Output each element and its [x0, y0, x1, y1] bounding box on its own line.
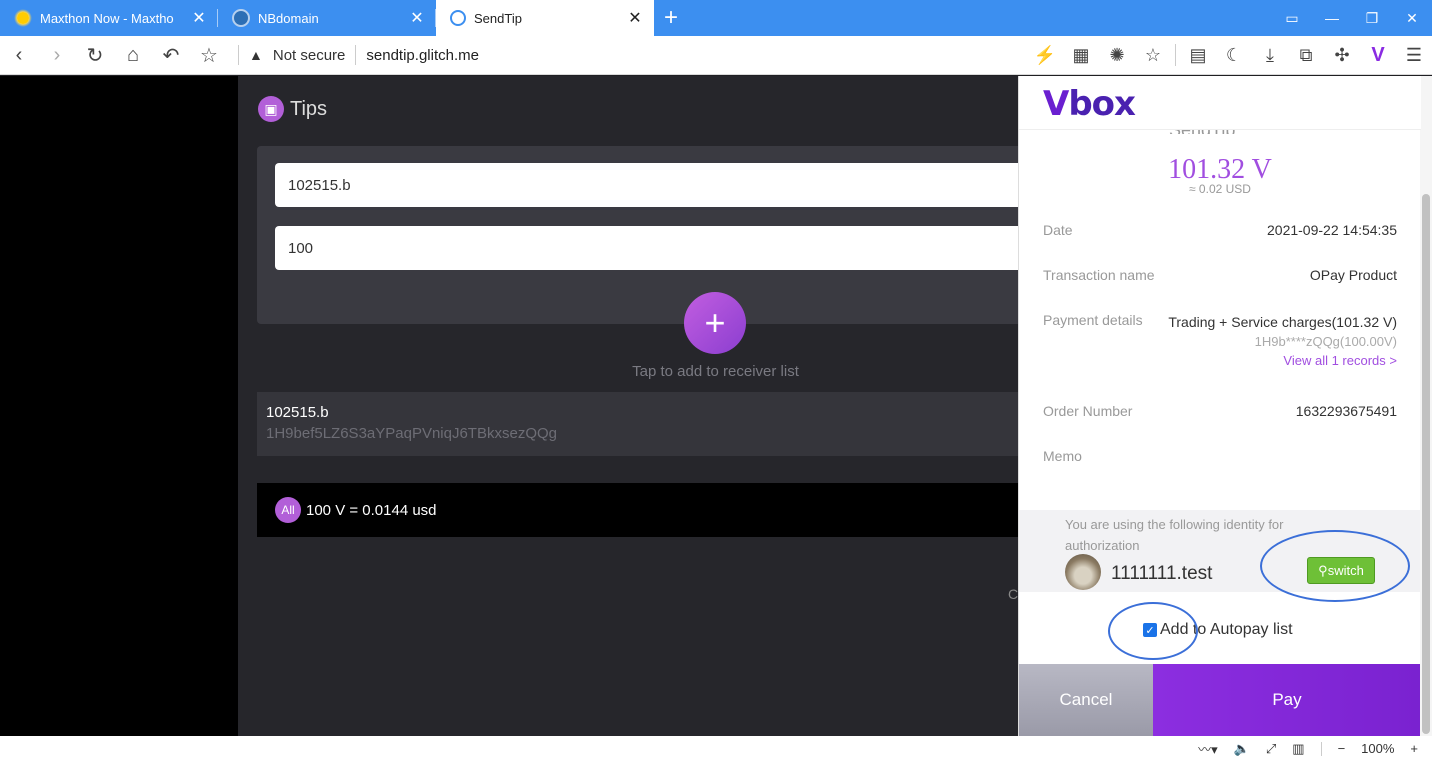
security-label: Not secure — [272, 46, 346, 64]
pay-button[interactable]: Pay — [1153, 664, 1421, 736]
download-icon[interactable]: ⤓ — [1252, 45, 1288, 66]
new-tab-button[interactable]: + — [654, 0, 688, 36]
tab-title: Maxthon Now - Maxtho — [40, 10, 174, 26]
summary-text: 100 V = 0.0144 usd — [306, 501, 437, 519]
back-icon[interactable]: ‹ — [0, 44, 38, 67]
close-icon[interactable]: ✕ — [408, 8, 426, 28]
url-field[interactable]: sendtip.glitch.me — [366, 47, 479, 64]
avatar — [1065, 554, 1101, 590]
toolbar-right: ⚡ ▦ ✺ ☆ ▤ ☾ ⤓ ⧉ ✣ V ☰ — [1027, 44, 1432, 67]
vbox-panel: Vbox SendTip 101.32 V ≈ 0.02 USD Date 20… — [1018, 76, 1421, 736]
add-receiver-button[interactable]: + — [684, 292, 746, 354]
page-title: ▣ Tips — [258, 96, 327, 122]
window-controls: ▭ — ❐ ✕ — [1272, 0, 1432, 36]
sendtip-icon — [450, 10, 466, 26]
lightning-icon[interactable]: ⚡ — [1027, 45, 1063, 66]
screenshot-icon[interactable]: ⧉ — [1288, 45, 1324, 66]
partial-text: C — [1008, 586, 1019, 602]
tab-maxthon[interactable]: Maxthon Now - Maxtho ✕ — [0, 0, 218, 36]
date-row: Date 2021-09-22 14:54:35 — [1043, 222, 1397, 238]
qr-code-icon[interactable]: ▦ — [1063, 45, 1099, 66]
status-bar: 〰▾ 🔈 ⤢ ▥ − 100% + — [0, 736, 1432, 761]
activity-icon[interactable]: 〰▾ — [1198, 739, 1218, 758]
payment-main: Trading + Service charges(101.32 V) — [1168, 314, 1397, 330]
annotation-circle-checkbox — [1108, 602, 1198, 660]
payment-values: Trading + Service charges(101.32 V) 1H9b… — [1168, 312, 1397, 368]
split-view-icon[interactable]: ▥ — [1292, 741, 1304, 757]
vbox-icon[interactable]: V — [1360, 44, 1396, 67]
restore-icon[interactable]: ❐ — [1352, 10, 1392, 27]
sun-icon — [14, 9, 32, 27]
memo-row: Memo — [1043, 448, 1397, 464]
divider — [1175, 44, 1176, 66]
date-label: Date — [1043, 222, 1073, 238]
bookmark-star-icon[interactable]: ☆ — [190, 43, 228, 68]
scrollbar-thumb[interactable] — [1422, 194, 1430, 734]
payment-label: Payment details — [1043, 312, 1143, 328]
volume-icon[interactable]: 🔈 — [1234, 741, 1250, 757]
divider — [1320, 741, 1322, 756]
minimize-icon[interactable]: — — [1312, 10, 1352, 26]
extensions-icon[interactable]: ✣ — [1324, 45, 1360, 66]
gift-icon: ▣ — [258, 96, 284, 122]
tab-sendtip[interactable]: SendTip ✕ — [436, 0, 654, 36]
security-indicator[interactable]: ▲ Not secure — [249, 47, 345, 64]
payment-details-row: Payment details Trading + Service charge… — [1043, 312, 1397, 368]
add-hint: Tap to add to receiver list — [632, 363, 799, 380]
divider — [238, 45, 239, 65]
cancel-button[interactable]: Cancel — [1019, 664, 1153, 736]
order-row: Order Number 1632293675491 — [1043, 403, 1397, 419]
annotation-circle-switch — [1260, 530, 1410, 602]
zoom-level: 100% — [1361, 741, 1395, 756]
date-value: 2021-09-22 14:54:35 — [1267, 222, 1397, 238]
favorite-star-icon[interactable]: ☆ — [1135, 45, 1171, 66]
memo-label: Memo — [1043, 448, 1082, 464]
payment-amount-usd: ≈ 0.02 USD — [1189, 182, 1251, 196]
payment-sub: 1H9b****zQQg(100.00V) — [1254, 334, 1397, 349]
tab-title: NBdomain — [258, 10, 319, 26]
tab-title: SendTip — [474, 10, 522, 26]
warning-icon: ▲ — [249, 47, 263, 63]
view-records-link[interactable]: View all 1 records > — [1168, 353, 1397, 368]
undo-icon[interactable]: ↶ — [152, 43, 190, 68]
identity-name: 1111111.test — [1111, 563, 1213, 584]
home-icon[interactable]: ⌂ — [114, 44, 152, 67]
order-label: Order Number — [1043, 403, 1133, 419]
address-bar: ‹ › ↻ ⌂ ↶ ☆ ▲ Not secure sendtip.glitch.… — [0, 36, 1432, 75]
menu-icon[interactable]: ☰ — [1396, 45, 1432, 66]
zoom-in-button[interactable]: + — [1410, 741, 1418, 756]
sidebar-toggle-icon[interactable]: ▭ — [1272, 10, 1312, 27]
txname-label: Transaction name — [1043, 267, 1155, 283]
fullscreen-icon[interactable]: ⤢ — [1266, 741, 1276, 757]
scrollbar[interactable] — [1420, 76, 1432, 736]
close-icon[interactable]: ✕ — [190, 8, 208, 28]
reload-icon[interactable]: ↻ — [76, 43, 114, 68]
tab-nbdomain[interactable]: NBdomain ✕ — [218, 0, 436, 36]
vbox-header: Vbox — [1019, 76, 1421, 130]
divider — [355, 45, 357, 65]
txname-value: OPay Product — [1309, 267, 1397, 283]
tab-bar: Maxthon Now - Maxtho ✕ NBdomain ✕ SendTi… — [0, 0, 1432, 36]
forward-icon[interactable]: › — [38, 44, 76, 67]
bee-icon[interactable]: ✺ — [1099, 45, 1135, 66]
all-badge[interactable]: All — [275, 497, 301, 523]
close-window-icon[interactable]: ✕ — [1392, 10, 1432, 27]
night-mode-icon[interactable]: ☾ — [1216, 45, 1252, 66]
notes-icon[interactable]: ▤ — [1180, 45, 1216, 66]
nbdomain-icon — [232, 9, 250, 27]
order-value: 1632293675491 — [1295, 403, 1397, 419]
vbox-logo: Vbox — [1043, 84, 1136, 124]
txname-row: Transaction name OPay Product — [1043, 267, 1397, 283]
zoom-out-button[interactable]: − — [1338, 741, 1346, 756]
close-icon[interactable]: ✕ — [626, 8, 644, 28]
title-text: Tips — [290, 97, 328, 120]
